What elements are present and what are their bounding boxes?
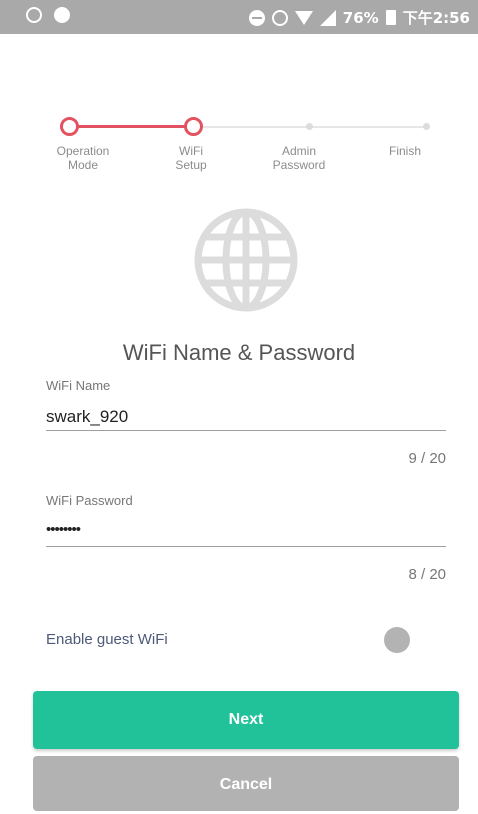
guest-wifi-toggle[interactable]	[384, 627, 410, 653]
step-node-admin-password	[306, 123, 313, 130]
cancel-button[interactable]: Cancel	[33, 756, 459, 811]
battery-icon	[385, 10, 396, 25]
step-node-wifi-setup	[184, 117, 203, 136]
alarm-icon	[271, 9, 288, 26]
globe-icon	[194, 208, 298, 312]
wifi-password-underline	[46, 546, 446, 547]
guest-wifi-label: Enable guest WiFi	[46, 631, 168, 648]
setup-stepper: Operation Mode WiFi Setup Admin Password…	[0, 110, 478, 180]
wifi-password-counter: 8 / 20	[408, 566, 446, 583]
wifi-password-label: WiFi Password	[46, 493, 133, 508]
circle-notification-icon	[54, 7, 70, 23]
step-label-admin-password: Admin Password	[272, 144, 326, 172]
step-node-operation-mode	[60, 117, 79, 136]
alarm-clock-icon	[26, 7, 42, 23]
wifi-name-underline	[46, 430, 446, 431]
page-heading: WiFi Name & Password	[122, 340, 356, 365]
step-label-finish: Finish	[388, 144, 421, 158]
step-node-finish	[423, 123, 430, 130]
clock-time: 下午2:56	[402, 9, 470, 27]
status-right: 76% 下午2:56	[248, 7, 470, 28]
wifi-password-input[interactable]: ••••••••	[46, 521, 81, 538]
status-bar: 76% 下午2:56	[0, 0, 478, 34]
status-left	[26, 7, 70, 23]
do-not-disturb-icon	[248, 9, 265, 26]
wifi-name-input[interactable]: swark_920	[46, 407, 128, 427]
step-label-operation-mode: Operation Mode	[56, 144, 110, 172]
wifi-signal-icon	[294, 10, 313, 25]
battery-percent: 76%	[342, 8, 379, 27]
next-button[interactable]: Next	[33, 691, 459, 749]
wifi-name-label: WiFi Name	[46, 378, 111, 393]
cell-signal-icon	[319, 9, 336, 26]
stepper-progress-line	[70, 125, 194, 128]
step-label-wifi-setup: WiFi Setup	[175, 144, 207, 172]
wifi-name-counter: 9 / 20	[408, 450, 446, 467]
